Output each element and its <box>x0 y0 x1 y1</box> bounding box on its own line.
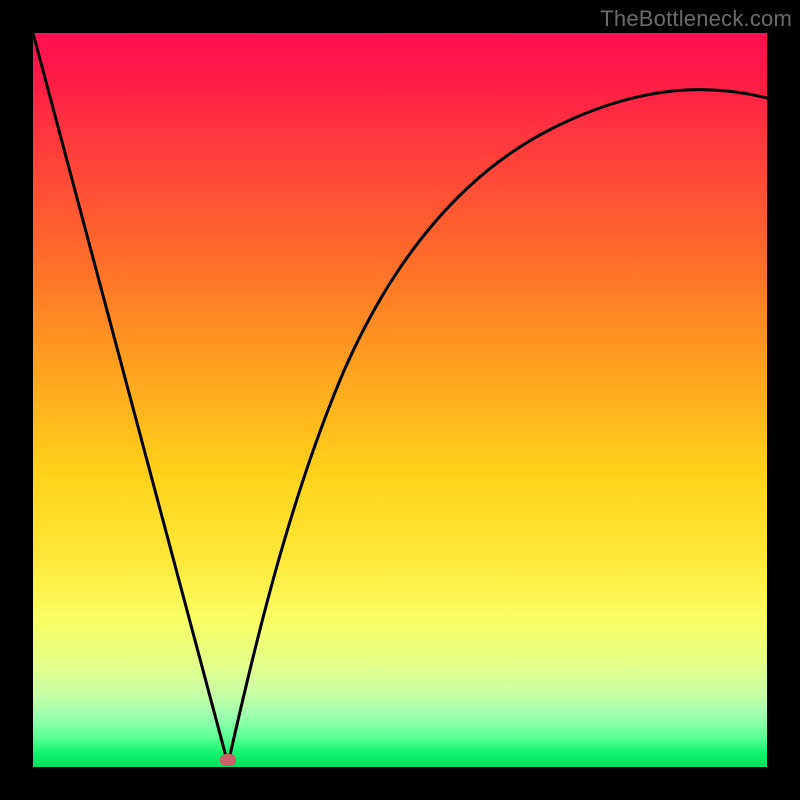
curve-left-branch <box>33 33 228 764</box>
watermark-text: TheBottleneck.com <box>600 6 792 32</box>
min-marker <box>220 754 236 766</box>
curve-right-branch <box>228 90 771 764</box>
plot-area <box>33 33 767 767</box>
chart-frame: TheBottleneck.com <box>0 0 800 800</box>
bottleneck-curve <box>33 33 767 767</box>
